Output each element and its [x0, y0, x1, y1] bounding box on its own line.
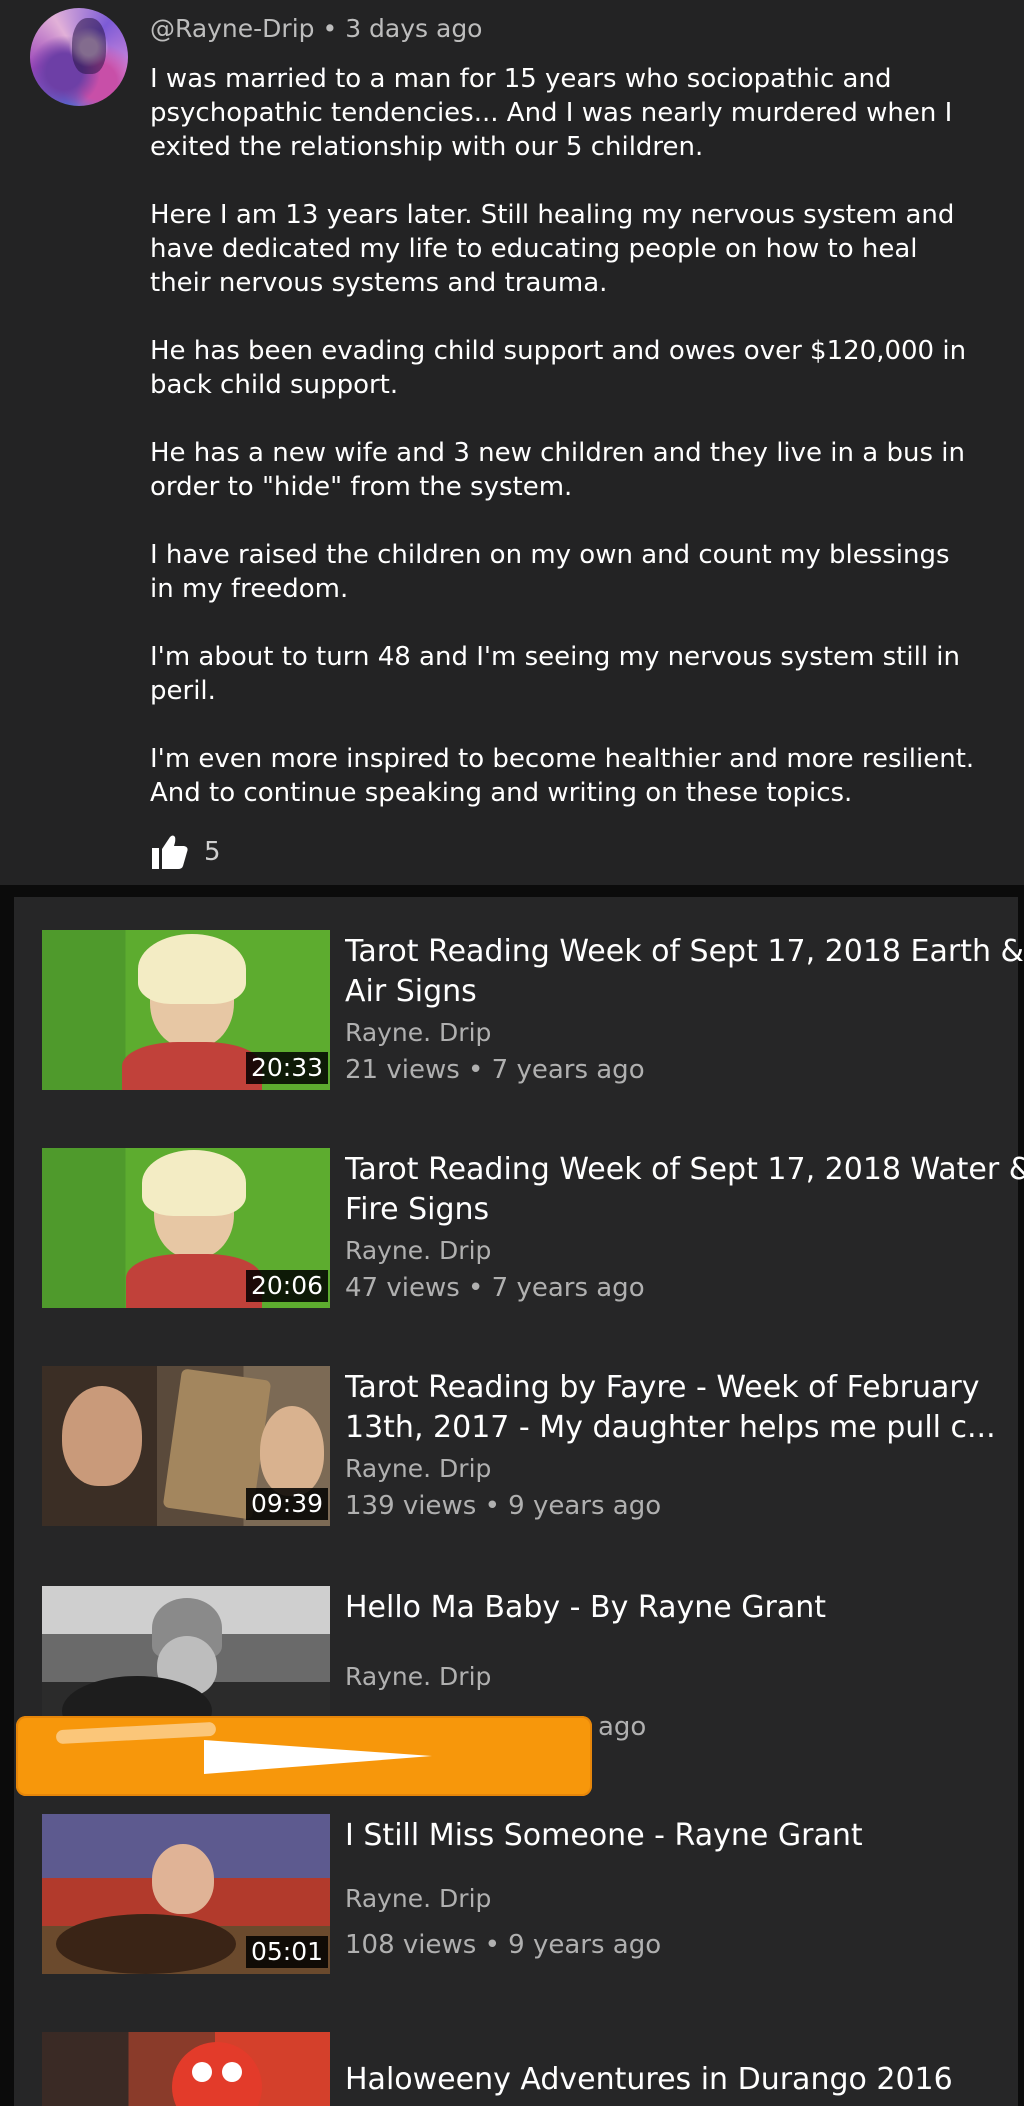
video-title[interactable]: Haloweeny Adventures in Durango 2016 — [345, 2060, 1002, 2100]
thumbnail-person — [62, 1386, 142, 1486]
video-duration: 05:01 — [245, 1936, 328, 1968]
video-duration: 09:39 — [245, 1488, 328, 1520]
frame-border — [1018, 885, 1024, 2106]
avatar[interactable] — [30, 8, 128, 106]
video-channel[interactable]: Rayne. Drip — [345, 1884, 491, 1913]
comment-text: I was married to a man for 15 years who … — [150, 62, 980, 844]
thumbs-up-icon[interactable] — [150, 833, 190, 871]
thumbnail-person — [152, 1844, 214, 1914]
like-row: 5 — [150, 832, 221, 872]
video-item[interactable]: 20:06 Tarot Reading Week of Sept 17, 201… — [42, 1148, 1024, 1310]
thumbnail-hair — [138, 934, 246, 1004]
redaction-highlight — [55, 1721, 217, 1745]
video-item[interactable]: Haloweeny Adventures in Durango 2016 — [42, 2032, 1002, 2106]
video-thumbnail[interactable]: 20:06 — [42, 1148, 330, 1308]
meta-separator: • — [322, 14, 338, 43]
thumbnail-guitar — [56, 1914, 236, 1974]
video-stats: ago — [598, 1712, 647, 1742]
thumbnail-mask — [172, 2042, 262, 2106]
video-channel[interactable]: Rayne. Drip — [345, 1454, 491, 1483]
video-title[interactable]: Hello Ma Baby - By Rayne Grant — [345, 1588, 1024, 1628]
frame-border — [0, 885, 14, 2106]
comment-paragraph: I was married to a man for 15 years who … — [150, 64, 953, 162]
video-item[interactable]: 05:01 I Still Miss Someone - Rayne Grant… — [42, 1814, 1002, 1976]
thumbnail-hair — [142, 1150, 246, 1216]
thumbnail-top — [122, 1042, 262, 1090]
video-thumbnail[interactable]: 09:39 — [42, 1366, 330, 1526]
video-thumbnail[interactable] — [42, 2032, 330, 2106]
video-title[interactable]: Tarot Reading Week of Sept 17, 2018 Eart… — [345, 932, 1024, 1012]
video-duration: 20:06 — [245, 1270, 328, 1302]
section-divider — [0, 885, 1024, 897]
like-count: 5 — [204, 837, 221, 867]
thumbnail-child — [260, 1406, 324, 1496]
video-stats: 108 views • 9 years ago — [345, 1930, 662, 1960]
comment-paragraph: Here I am 13 years later. Still healing … — [150, 200, 955, 298]
thumbnail-eye — [222, 2062, 242, 2082]
like-button[interactable] — [150, 833, 190, 871]
video-item[interactable]: 20:33 Tarot Reading Week of Sept 17, 201… — [42, 930, 1024, 1092]
comment-author[interactable]: @Rayne-Drip — [150, 14, 315, 43]
video-title[interactable]: Tarot Reading by Fayre - Week of Februar… — [345, 1368, 1024, 1448]
video-title[interactable]: Tarot Reading Week of Sept 17, 2018 Wate… — [345, 1150, 1024, 1230]
comment-paragraph: He has been evading child support and ow… — [150, 336, 967, 400]
video-item[interactable]: 09:39 Tarot Reading by Fayre - Week of F… — [42, 1366, 1002, 1528]
comment-paragraph: I'm even more inspired to become healthi… — [150, 744, 975, 808]
comment-paragraph: I'm about to turn 48 and I'm seeing my n… — [150, 642, 961, 706]
comment-paragraph: He has a new wife and 3 new children and… — [150, 438, 965, 502]
video-channel[interactable]: Rayne. Drip — [345, 1236, 491, 1265]
comment-time: 3 days ago — [345, 14, 483, 43]
redaction-overlay — [16, 1716, 592, 1796]
video-stats: 47 views • 7 years ago — [345, 1273, 645, 1303]
video-stats: 21 views • 7 years ago — [345, 1055, 645, 1085]
video-title[interactable]: I Still Miss Someone - Rayne Grant — [345, 1816, 1024, 1856]
redaction-highlight — [204, 1740, 432, 1774]
comment-paragraph: I have raised the children on my own and… — [150, 540, 950, 604]
comment-card: @Rayne-Drip • 3 days ago I was married t… — [0, 0, 1024, 885]
thumbnail-top — [126, 1254, 262, 1308]
video-duration: 20:33 — [245, 1052, 328, 1084]
video-thumbnail[interactable]: 20:33 — [42, 930, 330, 1090]
comment-header: @Rayne-Drip • 3 days ago — [150, 14, 482, 43]
thumbnail-eye — [192, 2062, 212, 2082]
video-stats: 139 views • 9 years ago — [345, 1491, 662, 1521]
video-thumbnail[interactable]: 05:01 — [42, 1814, 330, 1974]
video-channel[interactable]: Rayne. Drip — [345, 1018, 491, 1047]
video-channel[interactable]: Rayne. Drip — [345, 1662, 491, 1691]
